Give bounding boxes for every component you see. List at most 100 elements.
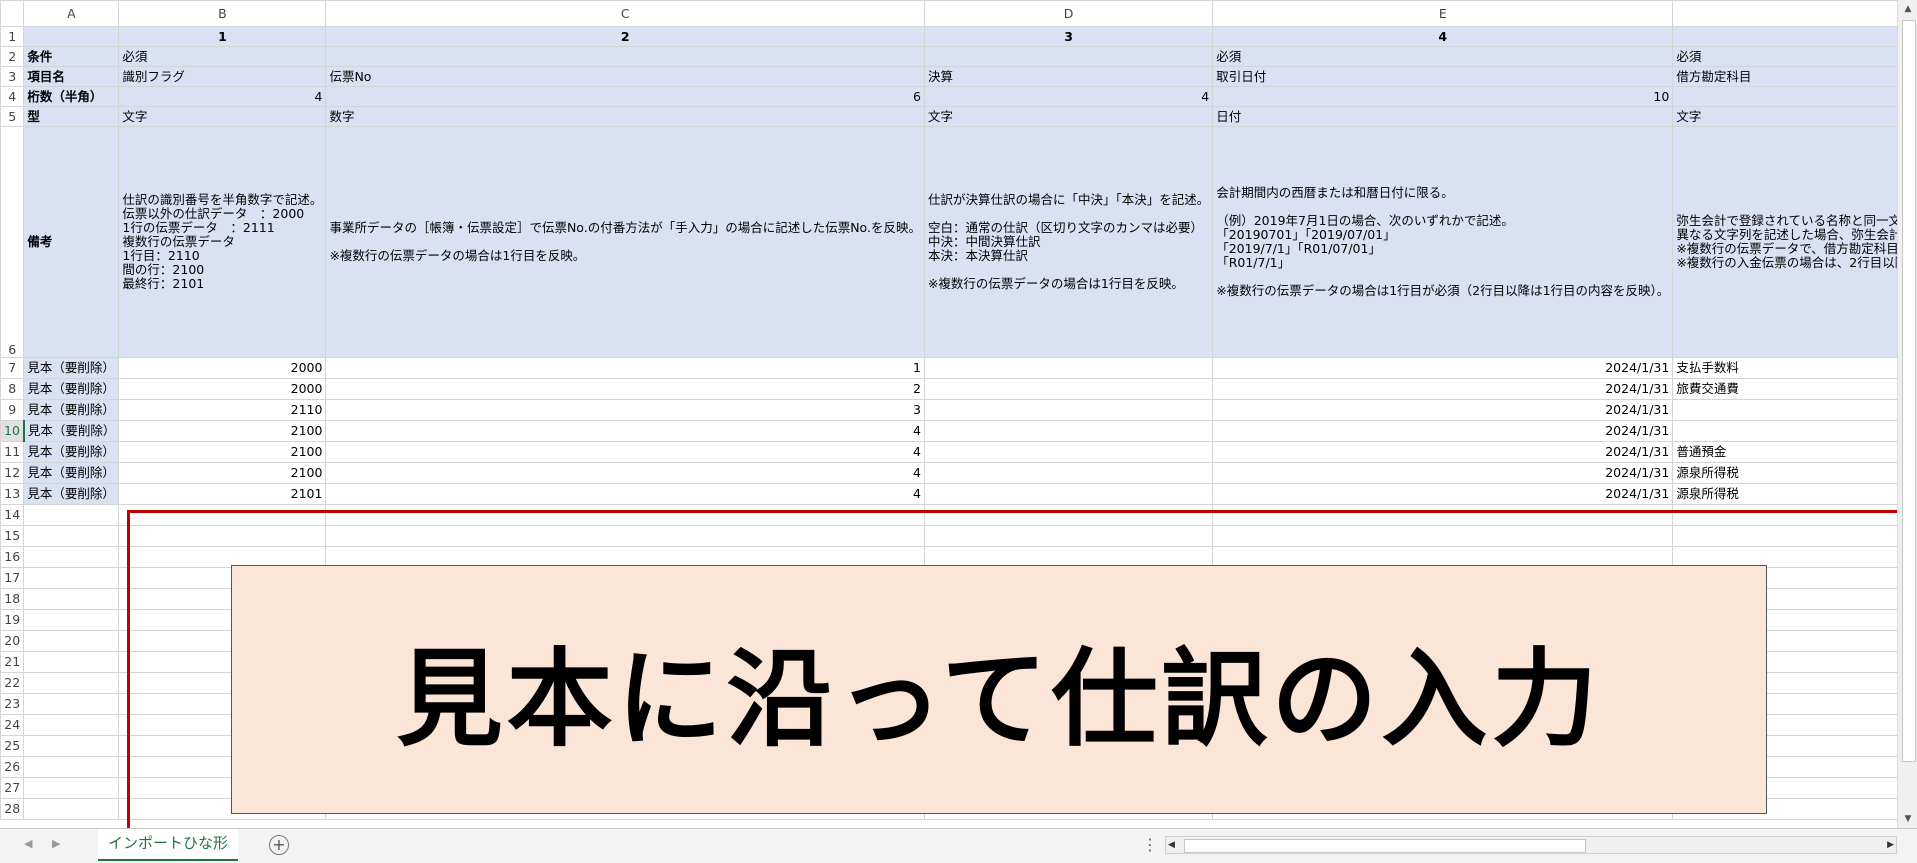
row-header-4[interactable]: 4	[1, 87, 24, 107]
cell-F12[interactable]: 源泉所得税	[1673, 463, 1917, 484]
horizontal-scroll-thumb[interactable]	[1184, 839, 1586, 853]
cell-F1[interactable]: 5	[1673, 27, 1917, 47]
row-header-26[interactable]: 26	[1, 757, 24, 778]
cell-C7[interactable]: 1	[326, 358, 925, 379]
cell-D4[interactable]: 4	[924, 87, 1212, 107]
column-header-C[interactable]: C	[326, 1, 925, 27]
cell-C9[interactable]: 3	[326, 400, 925, 421]
column-header-A[interactable]: A	[24, 1, 119, 27]
cell-E14[interactable]	[1213, 505, 1673, 526]
cell-C2[interactable]	[326, 47, 925, 67]
next-sheet-icon[interactable]: ▶	[52, 837, 60, 850]
cell-C10[interactable]: 4	[326, 421, 925, 442]
row-header-5[interactable]: 5	[1, 107, 24, 127]
column-header-E[interactable]: E	[1213, 1, 1673, 27]
cell-E3[interactable]: 取引日付	[1213, 67, 1673, 87]
cell-B5[interactable]: 文字	[119, 107, 326, 127]
cell-E13[interactable]: 2024/1/31	[1213, 484, 1673, 505]
row-header-17[interactable]: 17	[1, 568, 24, 589]
cell-C15[interactable]	[326, 526, 925, 547]
row-header-14[interactable]: 14	[1, 505, 24, 526]
cell-D5[interactable]: 文字	[924, 107, 1212, 127]
cell-F10[interactable]: 0	[1673, 421, 1917, 442]
cell-E7[interactable]: 2024/1/31	[1213, 358, 1673, 379]
cell-D7[interactable]	[924, 358, 1212, 379]
cell-E5[interactable]: 日付	[1213, 107, 1673, 127]
cell-F6[interactable]: 弥生会計で登録されている名称と同一文字列が望ましい。異なる文字列を記述した場合、…	[1673, 127, 1917, 358]
cell-F5[interactable]: 文字	[1673, 107, 1917, 127]
row-header-8[interactable]: 8	[1, 379, 24, 400]
cell-A21[interactable]	[24, 652, 119, 673]
row-header-3[interactable]: 3	[1, 67, 24, 87]
row-header-9[interactable]: 9	[1, 400, 24, 421]
cell-F9[interactable]: 0	[1673, 400, 1917, 421]
cell-C1[interactable]: 2	[326, 27, 925, 47]
row-header-7[interactable]: 7	[1, 358, 24, 379]
row-header-16[interactable]: 16	[1, 547, 24, 568]
row-header-1[interactable]: 1	[1, 27, 24, 47]
cell-F15[interactable]	[1673, 526, 1917, 547]
cell-A25[interactable]	[24, 736, 119, 757]
cell-A10[interactable]: 見本（要削除）	[24, 421, 119, 442]
cell-D12[interactable]	[924, 463, 1212, 484]
cell-D3[interactable]: 決算	[924, 67, 1212, 87]
cell-D2[interactable]	[924, 47, 1212, 67]
cell-D15[interactable]	[924, 526, 1212, 547]
select-all-corner[interactable]	[1, 1, 24, 27]
cell-D6[interactable]: 仕訳が決算仕訳の場合に「中決」「本決」を記述。空白：通常の仕訳（区切り文字のカン…	[924, 127, 1212, 358]
row-header-20[interactable]: 20	[1, 631, 24, 652]
row-header-23[interactable]: 23	[1, 694, 24, 715]
cell-B12[interactable]: 2100	[119, 463, 326, 484]
cell-C11[interactable]: 4	[326, 442, 925, 463]
cell-A16[interactable]	[24, 547, 119, 568]
cell-C12[interactable]: 4	[326, 463, 925, 484]
cell-B8[interactable]: 2000	[119, 379, 326, 400]
cell-A19[interactable]	[24, 610, 119, 631]
row-header-25[interactable]: 25	[1, 736, 24, 757]
cell-F4[interactable]: 24	[1673, 87, 1917, 107]
cell-A14[interactable]	[24, 505, 119, 526]
cell-F13[interactable]: 源泉所得税	[1673, 484, 1917, 505]
cell-A23[interactable]	[24, 694, 119, 715]
cell-E6[interactable]: 会計期間内の西暦または和暦日付に限る。（例）2019年7月1日の場合、次のいずれ…	[1213, 127, 1673, 358]
cell-F7[interactable]: 支払手数料	[1673, 358, 1917, 379]
cell-A1[interactable]	[24, 27, 119, 47]
scroll-up-icon[interactable]: ▲	[1898, 0, 1917, 18]
row-header-13[interactable]: 13	[1, 484, 24, 505]
vertical-scroll-thumb[interactable]	[1902, 20, 1916, 762]
cell-E4[interactable]: 10	[1213, 87, 1673, 107]
row-header-6[interactable]: 6	[1, 127, 24, 358]
row-header-22[interactable]: 22	[1, 673, 24, 694]
row-header-10[interactable]: 10	[1, 421, 24, 442]
cell-B9[interactable]: 2110	[119, 400, 326, 421]
scroll-right-icon[interactable]: ▶	[1887, 837, 1894, 853]
cell-A28[interactable]	[24, 799, 119, 820]
cell-F14[interactable]	[1673, 505, 1917, 526]
cell-D10[interactable]	[924, 421, 1212, 442]
cell-D14[interactable]	[924, 505, 1212, 526]
cell-F2[interactable]: 必須	[1673, 47, 1917, 67]
cell-A12[interactable]: 見本（要削除）	[24, 463, 119, 484]
column-header-D[interactable]: D	[924, 1, 1212, 27]
cell-D9[interactable]	[924, 400, 1212, 421]
cell-C13[interactable]: 4	[326, 484, 925, 505]
row-header-28[interactable]: 28	[1, 799, 24, 820]
cell-E8[interactable]: 2024/1/31	[1213, 379, 1673, 400]
cell-E12[interactable]: 2024/1/31	[1213, 463, 1673, 484]
plus-circle-icon[interactable]: +	[269, 835, 289, 855]
cell-A3[interactable]: 項目名	[24, 67, 119, 87]
cell-C4[interactable]: 6	[326, 87, 925, 107]
tab-split-handle-icon[interactable]: ⋮	[1142, 835, 1158, 854]
cell-E1[interactable]: 4	[1213, 27, 1673, 47]
cell-B13[interactable]: 2101	[119, 484, 326, 505]
cell-B10[interactable]: 2100	[119, 421, 326, 442]
cell-F11[interactable]: 普通預金	[1673, 442, 1917, 463]
sheet-tab-import[interactable]: インポートひな形	[98, 829, 238, 861]
cell-D11[interactable]	[924, 442, 1212, 463]
cell-A4[interactable]: 桁数（半角）	[24, 87, 119, 107]
cell-B14[interactable]	[119, 505, 326, 526]
cell-F8[interactable]: 旅費交通費	[1673, 379, 1917, 400]
cell-A20[interactable]	[24, 631, 119, 652]
row-header-19[interactable]: 19	[1, 610, 24, 631]
cell-A13[interactable]: 見本（要削除）	[24, 484, 119, 505]
